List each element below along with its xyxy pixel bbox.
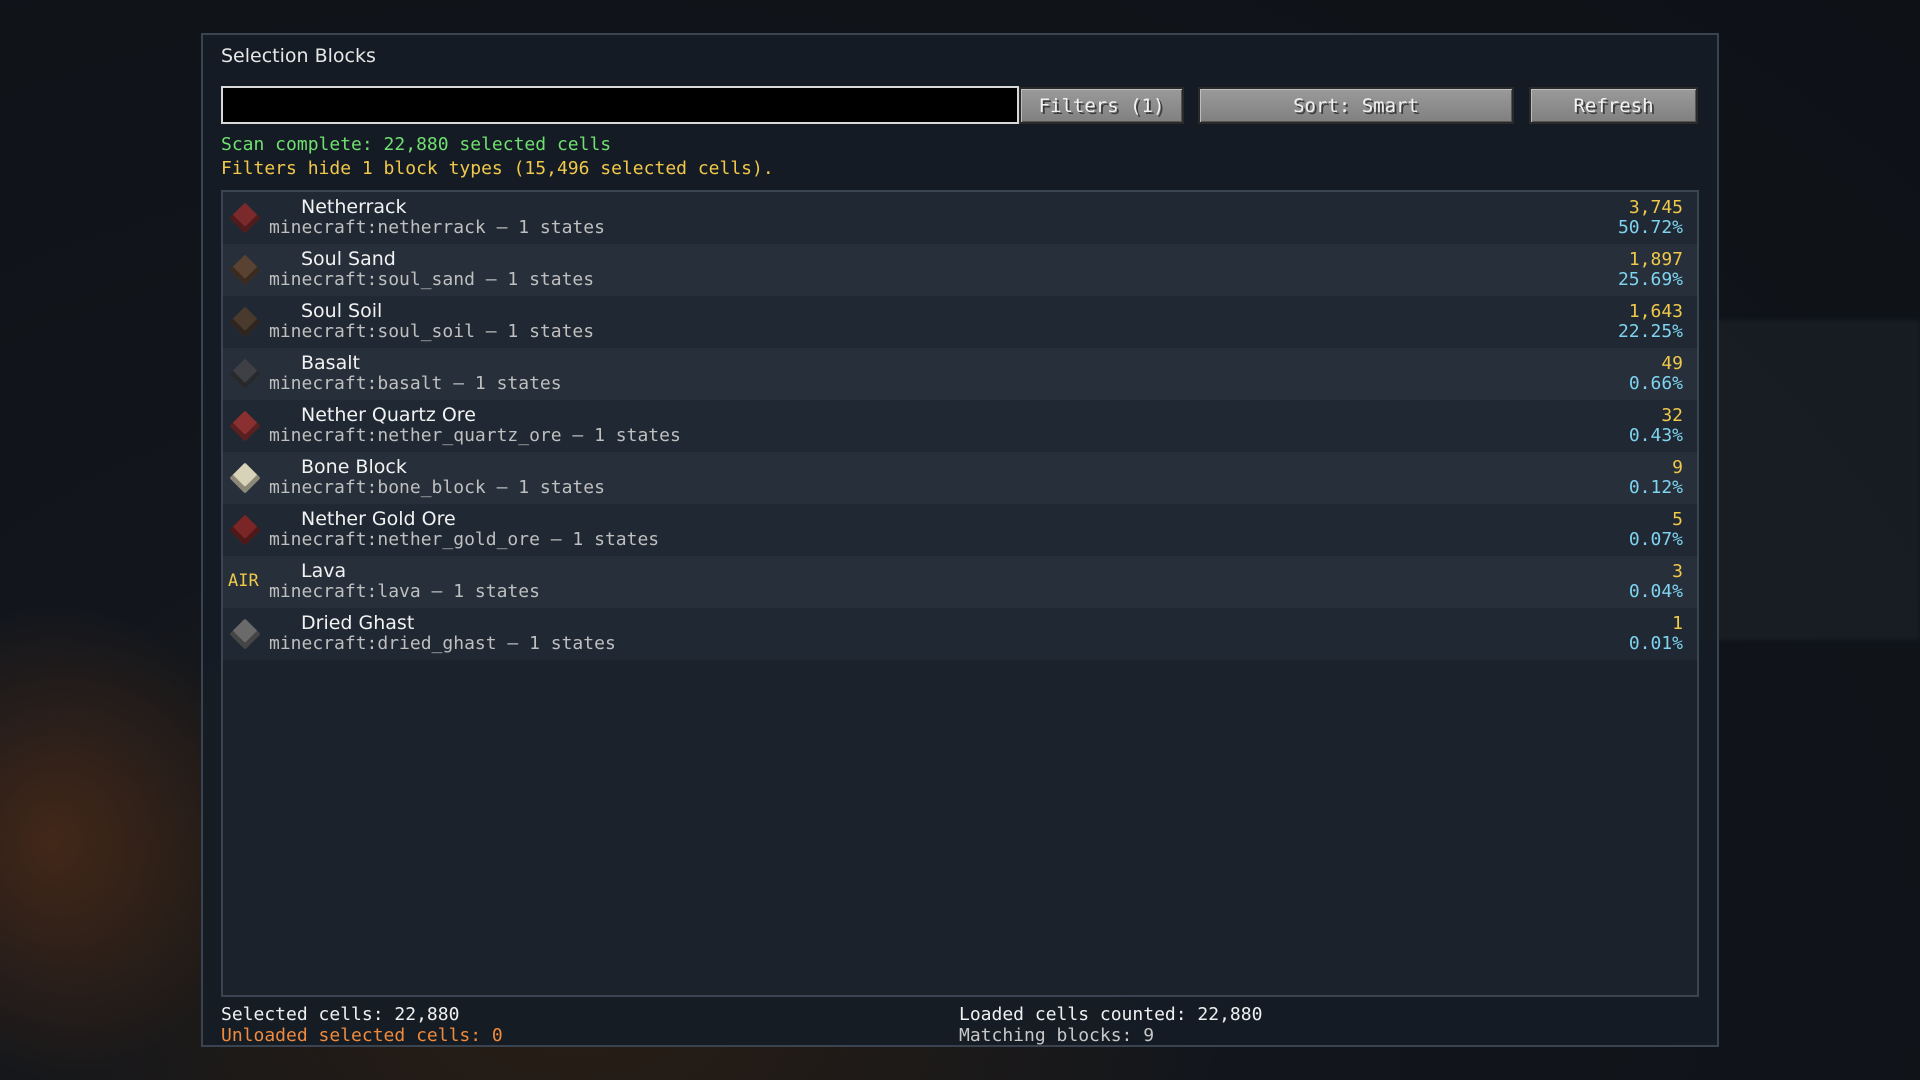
block-name: Bone Block bbox=[301, 456, 407, 478]
search-input[interactable] bbox=[221, 86, 1019, 124]
block-name: Soul Soil bbox=[301, 300, 383, 322]
refresh-button[interactable]: Refresh bbox=[1529, 87, 1698, 124]
nether-quartz-ore-icon bbox=[229, 410, 261, 442]
basalt-icon bbox=[229, 358, 261, 390]
scan-status: Scan complete: 22,880 selected cells bbox=[221, 134, 612, 155]
block-count: 1,643 bbox=[1628, 301, 1683, 322]
block-row[interactable]: Soul Sand minecraft:soul_sand – 1 states 1… bbox=[223, 244, 1697, 296]
block-id: minecraft:netherrack – 1 states bbox=[269, 217, 605, 238]
block-percentage: 0.66% bbox=[1628, 373, 1683, 394]
block-percentage: 50.72% bbox=[1617, 217, 1683, 238]
block-name: Nether Quartz Ore bbox=[301, 404, 476, 426]
block-id: minecraft:basalt – 1 states bbox=[269, 373, 562, 394]
block-percentage: 22.25% bbox=[1617, 321, 1683, 342]
block-row[interactable]: Dried Ghast minecraft:dried_ghast – 1 sta… bbox=[223, 608, 1697, 660]
block-count: 5 bbox=[1672, 509, 1683, 530]
block-row[interactable]: AIR Lava minecraft:lava – 1 states 3 0.04% bbox=[223, 556, 1697, 608]
block-name: Lava bbox=[301, 560, 347, 582]
unloaded-cells-text: Unloaded selected cells: 0 bbox=[221, 1025, 503, 1046]
block-id: minecraft:nether_quartz_ore – 1 states bbox=[269, 425, 681, 446]
block-percentage: 0.01% bbox=[1628, 633, 1683, 654]
block-percentage: 0.43% bbox=[1628, 425, 1683, 446]
block-count: 32 bbox=[1661, 405, 1683, 426]
filters-button[interactable]: Filters (1) bbox=[1019, 87, 1184, 124]
block-count: 1 bbox=[1672, 613, 1683, 634]
block-row[interactable]: Basalt minecraft:basalt – 1 states 49 0.66% bbox=[223, 348, 1697, 400]
block-count: 1,897 bbox=[1628, 249, 1683, 270]
nether-gold-ore-icon bbox=[229, 514, 261, 546]
matching-blocks-text: Matching blocks: 9 bbox=[959, 1025, 1155, 1046]
block-count: 9 bbox=[1672, 457, 1683, 478]
block-row[interactable]: Nether Gold Ore minecraft:nether_gold_ore… bbox=[223, 504, 1697, 556]
block-id: minecraft:bone_block – 1 states bbox=[269, 477, 605, 498]
block-count: 3,745 bbox=[1628, 197, 1683, 218]
selected-cells-text: Selected cells: 22,880 bbox=[221, 1004, 460, 1025]
block-name: Netherrack bbox=[301, 196, 407, 218]
block-percentage: 0.12% bbox=[1628, 477, 1683, 498]
soul-sand-icon bbox=[229, 254, 261, 286]
block-row[interactable]: Nether Quartz Ore minecraft:nether_quartz… bbox=[223, 400, 1697, 452]
block-id: minecraft:lava – 1 states bbox=[269, 581, 540, 602]
block-count: 3 bbox=[1672, 561, 1683, 582]
block-row[interactable]: Netherrack minecraft:netherrack – 1 state… bbox=[223, 192, 1697, 244]
block-id: minecraft:soul_sand – 1 states bbox=[269, 269, 595, 290]
sort-button[interactable]: Sort: Smart bbox=[1198, 87, 1514, 124]
block-percentage: 25.69% bbox=[1617, 269, 1683, 290]
block-count: 49 bbox=[1661, 353, 1683, 374]
air-text-icon: AIR bbox=[228, 571, 259, 591]
block-row[interactable]: Soul Soil minecraft:soul_soil – 1 states 1… bbox=[223, 296, 1697, 348]
selection-blocks-panel: Selection Blocks Filters (1) Sort: Smart… bbox=[201, 33, 1719, 1047]
block-id: minecraft:dried_ghast – 1 states bbox=[269, 633, 616, 654]
block-id: minecraft:soul_soil – 1 states bbox=[269, 321, 595, 342]
block-name: Soul Sand bbox=[301, 248, 396, 270]
bone-block-icon bbox=[229, 462, 261, 494]
filter-status: Filters hide 1 block types (15,496 selec… bbox=[221, 158, 774, 179]
block-name: Nether Gold Ore bbox=[301, 508, 456, 530]
block-percentage: 0.04% bbox=[1628, 581, 1683, 602]
loaded-cells-text: Loaded cells counted: 22,880 bbox=[959, 1004, 1263, 1025]
block-percentage: 0.07% bbox=[1628, 529, 1683, 550]
block-name: Dried Ghast bbox=[301, 612, 415, 634]
dried-ghast-icon bbox=[229, 618, 261, 650]
block-id: minecraft:nether_gold_ore – 1 states bbox=[269, 529, 660, 550]
block-list[interactable]: Netherrack minecraft:netherrack – 1 state… bbox=[221, 190, 1699, 997]
block-name: Basalt bbox=[301, 352, 360, 374]
netherrack-icon bbox=[229, 202, 261, 234]
panel-title: Selection Blocks bbox=[221, 45, 376, 67]
background-world-hud bbox=[1700, 320, 1920, 640]
block-row[interactable]: Bone Block minecraft:bone_block – 1 state… bbox=[223, 452, 1697, 504]
soul-soil-icon bbox=[229, 306, 261, 338]
